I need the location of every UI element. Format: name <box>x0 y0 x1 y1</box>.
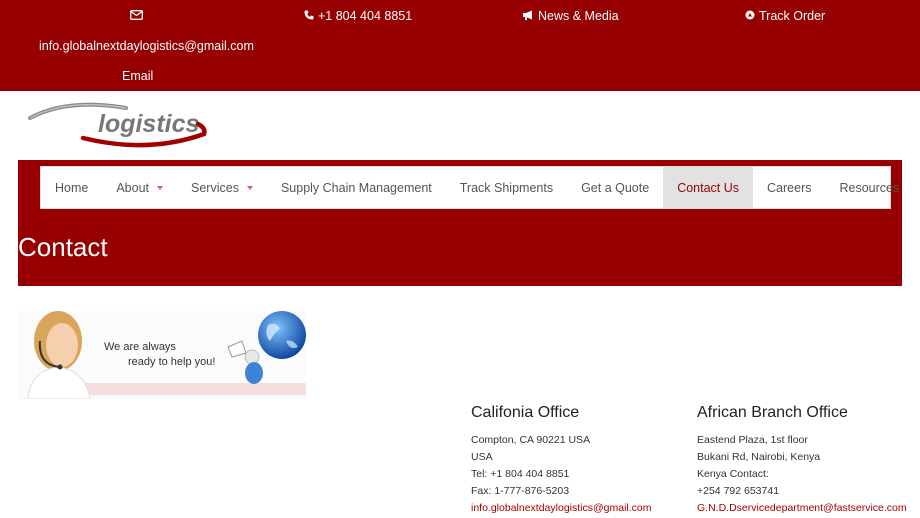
page-title: Contact <box>18 232 108 262</box>
nav-track-shipments[interactable]: Track Shipments <box>446 167 567 208</box>
nav-get-a-quote[interactable]: Get a Quote <box>567 167 663 208</box>
help-banner-image: We are always ready to help you! <box>18 311 306 400</box>
email-label[interactable]: Email <box>122 69 153 83</box>
office-title: African Branch Office <box>697 404 848 421</box>
office-address-line: Compton, CA 90221 USA <box>471 434 591 446</box>
track-order-link[interactable]: Track Order <box>745 9 825 23</box>
office-phone: +254 792 653741 <box>697 485 780 497</box>
nav-services[interactable]: Services <box>177 167 267 208</box>
office-email-link[interactable]: G.N.D.Dservicedepartment@fastservice.com <box>697 500 920 517</box>
office-email-link[interactable]: info.globalnextdaylogistics@gmail.com <box>471 500 701 517</box>
nav-home[interactable]: Home <box>41 167 102 208</box>
chevron-down-icon <box>246 185 253 190</box>
news-media-link[interactable]: News & Media <box>522 9 619 23</box>
nav-about[interactable]: About <box>102 167 177 208</box>
envelope-icon[interactable] <box>130 9 143 23</box>
nav-contact-us[interactable]: Contact Us <box>663 167 754 208</box>
nav-resources[interactable]: Resources <box>826 167 914 208</box>
news-media-label: News & Media <box>538 9 619 23</box>
office-phone: Tel: +1 804 404 8851 <box>471 468 570 480</box>
track-order-label: Track Order <box>759 9 826 23</box>
svg-text:logistics: logistics <box>98 110 200 138</box>
office-contact-label: Kenya Contact: <box>697 468 769 480</box>
phone-icon <box>304 10 314 23</box>
office-title: Califonia Office <box>471 404 580 421</box>
banner-line-1: We are always <box>104 341 176 353</box>
office-address-line: Eastend Plaza, 1st floor <box>697 434 808 446</box>
nav-supply-chain[interactable]: Supply Chain Management <box>267 167 446 208</box>
chevron-down-icon <box>157 185 164 190</box>
banner-line-2: ready to help you! <box>128 356 215 368</box>
phone-link[interactable]: +1 804 404 8851 <box>304 9 412 23</box>
bullhorn-icon <box>522 10 534 23</box>
office-address-line: USA <box>471 451 493 463</box>
email-address-link[interactable]: info.globalnextdaylogistics@gmail.com <box>39 39 254 53</box>
african-branch-office: African Branch Office Eastend Plaza, 1st… <box>697 404 920 517</box>
phone-number: +1 804 404 8851 <box>318 9 413 23</box>
arrow-circle-icon <box>745 10 755 23</box>
office-address-line: Bukani Rd, Nairobi, Kenya <box>697 451 821 463</box>
top-bar: info.globalnextdaylogistics@gmail.com Em… <box>0 0 920 91</box>
office-fax: Fax: 1-777-876-5203 <box>471 485 570 497</box>
nav-careers[interactable]: Careers <box>753 167 825 208</box>
main-nav: Home About Services Supply Chain Managem… <box>40 166 899 209</box>
california-office: Califonia Office Compton, CA 90221 USA U… <box>471 404 701 517</box>
site-logo[interactable]: logistics <box>28 100 213 152</box>
